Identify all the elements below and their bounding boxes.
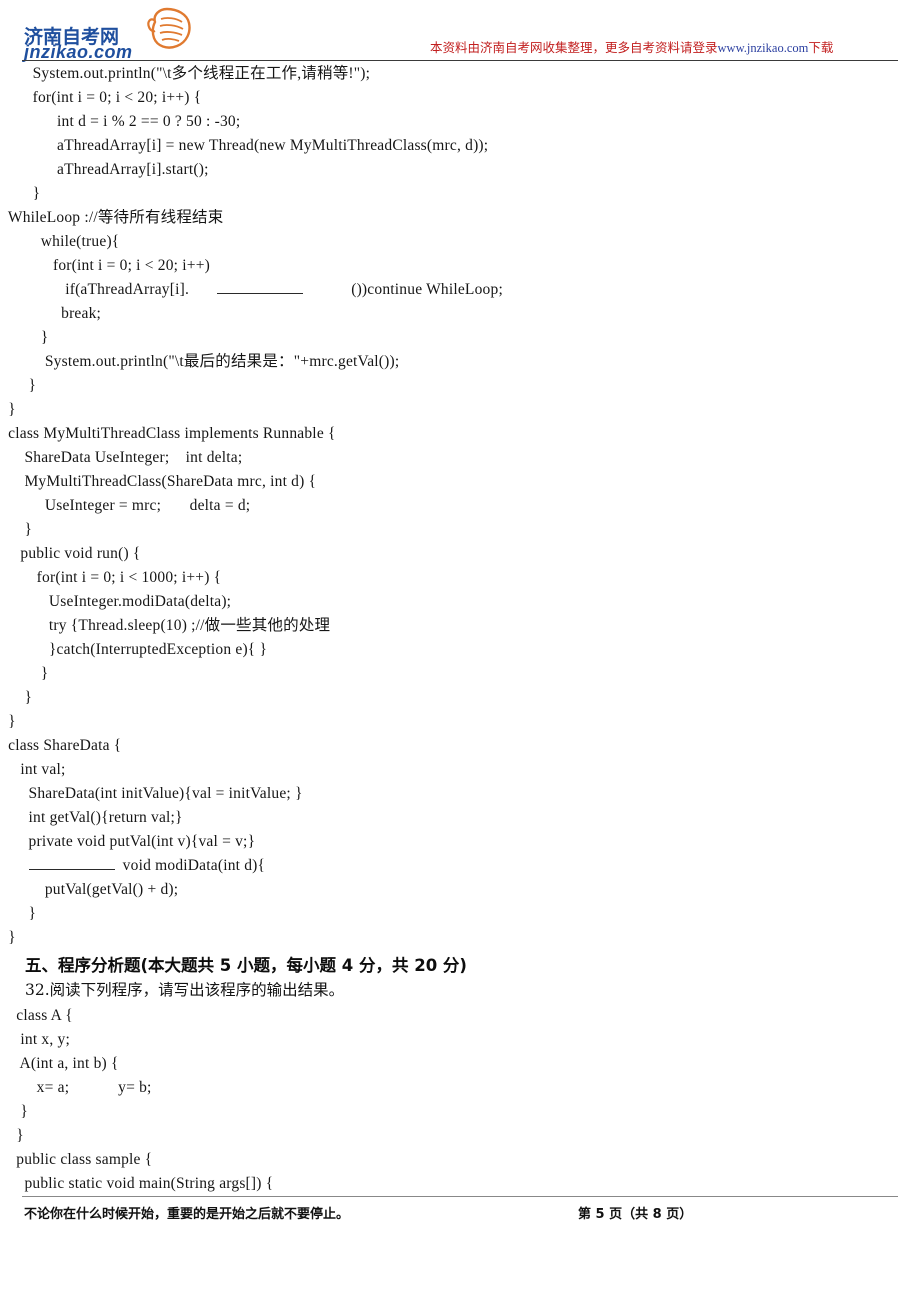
code-line: } <box>0 329 49 346</box>
code-blank-prefix: if(aThreadArray[i]. <box>0 281 190 298</box>
code-line: } <box>0 377 37 394</box>
code-line: MyMultiThreadClass(ShareData mrc, int d)… <box>0 473 317 490</box>
code-line: int x, y; <box>0 1031 70 1048</box>
code-line: public void run() { <box>0 545 141 562</box>
code-line: class A { <box>0 1007 73 1024</box>
fill-in-blank-answer[interactable] <box>217 279 304 294</box>
code-line: for(int i = 0; i < 20; i++) { <box>0 89 202 106</box>
code-line: }catch(InterruptedException e){ } <box>0 641 268 658</box>
code-line-with-blank: if(aThreadArray[i]. ())continue WhileLoo… <box>0 278 920 302</box>
question-32: 32.阅读下列程序，请写出该程序的输出结果。 <box>25 978 344 1002</box>
code-line: private void putVal(int v){val = v;} <box>0 833 256 850</box>
code-line: for(int i = 0; i < 20; i++) <box>0 257 211 274</box>
code-line: putVal(getVal() + d); <box>0 881 179 898</box>
code-line: System.out.println("\t多个线程正在工作,请稍等!"); <box>0 65 371 82</box>
code-line: System.out.println("\t最后的结果是："+mrc.getVa… <box>0 353 400 370</box>
footer-page-number: 第 5 页（共 8 页） <box>578 1207 693 1222</box>
notice-url[interactable]: www.jnzikao.com <box>718 41 809 55</box>
code-line: } <box>0 689 33 706</box>
site-header: 济南自考网 jnzikao.com 本资料由济南自考网收集整理，更多自考资料请登… <box>0 0 920 62</box>
code-line: int getVal(){return val;} <box>0 809 183 826</box>
code-line: try {Thread.sleep(10) ;//做一些其他的处理 <box>0 617 331 634</box>
code-line: public static void main(String args[]) { <box>0 1175 274 1192</box>
code-blank-prefix <box>0 857 29 874</box>
code-blank-suffix: ())continue WhileLoop; <box>343 281 503 298</box>
code-block-secondary: class A { int x, y; A(int a, int b) { x=… <box>0 1004 920 1196</box>
header-divider <box>22 60 898 61</box>
code-line: } <box>0 401 16 418</box>
code-line: int val; <box>0 761 66 778</box>
code-line: } <box>0 905 37 922</box>
code-line: } <box>0 185 41 202</box>
code-blank-suffix: void modiData(int d){ <box>114 857 266 874</box>
code-line: WhileLoop ://等待所有线程结束 <box>0 209 224 226</box>
code-line: UseInteger = mrc; delta = d; <box>0 497 251 514</box>
code-line: int d = i % 2 == 0 ? 50 : -30; <box>0 113 241 130</box>
code-line: x= a; y= b; <box>0 1079 152 1096</box>
code-block-primary: System.out.println("\t多个线程正在工作,请稍等!"); f… <box>0 62 920 950</box>
code-line: ShareData UseInteger; int delta; <box>0 449 243 466</box>
code-line: } <box>0 1127 24 1144</box>
code-line: class MyMultiThreadClass implements Runn… <box>0 425 336 442</box>
code-line: public class sample { <box>0 1151 153 1168</box>
code-line: aThreadArray[i].start(); <box>0 161 209 178</box>
code-line: ShareData(int initValue){val = initValue… <box>0 785 303 802</box>
code-line-with-blank: void modiData(int d){ <box>0 854 920 878</box>
question-text: 阅读下列程序，请写出该程序的输出结果。 <box>49 981 345 999</box>
code-line: UseInteger.modiData(delta); <box>0 593 232 610</box>
question-number: 32. <box>25 981 50 999</box>
code-line: } <box>0 521 33 538</box>
code-line: } <box>0 713 16 730</box>
notice-suffix: 下载 <box>808 41 834 55</box>
footer-divider <box>22 1196 898 1197</box>
code-line: } <box>0 1103 29 1120</box>
notice-prefix: 本资料由济南自考网收集整理，更多自考资料请登录 <box>430 41 718 55</box>
section-heading-five: 五、程序分析题(本大题共 5 小题，每小题 4 分，共 20 分) <box>25 956 467 975</box>
code-line: aThreadArray[i] = new Thread(new MyMulti… <box>0 137 489 154</box>
footer-motto: 不论你在什么时候开始，重要的是开始之后就不要停止。 <box>24 1207 350 1222</box>
page-footer: 不论你在什么时候开始，重要的是开始之后就不要停止。 第 5 页（共 8 页） <box>0 1196 920 1226</box>
fill-in-blank-answer[interactable] <box>28 855 115 870</box>
code-line: } <box>0 929 16 946</box>
code-line: } <box>0 665 49 682</box>
code-line: break; <box>0 305 102 322</box>
fist-hand-icon <box>143 6 197 50</box>
code-line: for(int i = 0; i < 1000; i++) { <box>0 569 222 586</box>
code-line: while(true){ <box>0 233 120 250</box>
code-line: A(int a, int b) { <box>0 1055 119 1072</box>
code-line: class ShareData { <box>0 737 122 754</box>
site-logo[interactable]: 济南自考网 jnzikao.com <box>22 4 202 62</box>
header-notice-text: 本资料由济南自考网收集整理，更多自考资料请登录www.jnzikao.com下载 <box>430 37 833 56</box>
